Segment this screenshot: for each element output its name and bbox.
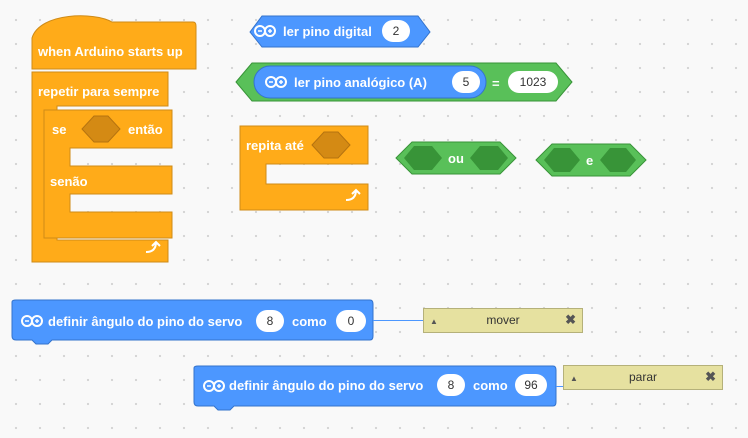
or-label[interactable]: ou: [448, 151, 464, 166]
comment-1-connector: [373, 320, 424, 321]
if-label[interactable]: se: [52, 122, 66, 137]
read-analog-label[interactable]: ler pino analógico (A): [294, 75, 427, 90]
read-digital-pin-field[interactable]: 2: [382, 20, 410, 42]
servo-2-pin-field[interactable]: 8: [437, 374, 465, 396]
read-digital-label[interactable]: ler pino digital: [283, 24, 372, 39]
repeat-until-label[interactable]: repita até: [246, 138, 304, 153]
close-icon[interactable]: ✖: [565, 312, 576, 328]
forever-block-label[interactable]: repetir para sempre: [38, 84, 159, 99]
close-icon[interactable]: ✖: [705, 369, 716, 385]
servo-1-angle-field[interactable]: 0: [336, 310, 366, 332]
servo-1-pin-field[interactable]: 8: [256, 310, 284, 332]
comment-1-text[interactable]: mover: [424, 313, 582, 327]
arduino-icon: [254, 25, 276, 37]
compare-operator-label: =: [492, 76, 500, 91]
compare-value-field[interactable]: 1023: [508, 71, 558, 93]
arduino-icon: [203, 380, 225, 392]
servo-1-label[interactable]: definir ângulo do pino do servo: [48, 314, 242, 329]
servo-2-angle-field[interactable]: 96: [515, 374, 547, 396]
then-label[interactable]: então: [128, 122, 163, 137]
servo-1-as-label: como: [292, 314, 327, 329]
hat-block-label[interactable]: when Arduino starts up: [38, 44, 183, 59]
hat-block-shape: [31, 15, 197, 70]
arduino-icon: [265, 76, 287, 88]
and-label[interactable]: e: [586, 153, 593, 168]
else-label[interactable]: senão: [50, 174, 88, 189]
arduino-icon: [21, 315, 43, 327]
read-analog-pin-field[interactable]: 5: [452, 71, 480, 93]
comment-1[interactable]: ▲ mover ✖: [423, 308, 583, 333]
servo-2-label[interactable]: definir ângulo do pino do servo: [229, 378, 423, 393]
servo-2-as-label: como: [473, 378, 508, 393]
comment-2-text[interactable]: parar: [564, 370, 722, 384]
comment-2[interactable]: ▲ parar ✖: [563, 365, 723, 390]
